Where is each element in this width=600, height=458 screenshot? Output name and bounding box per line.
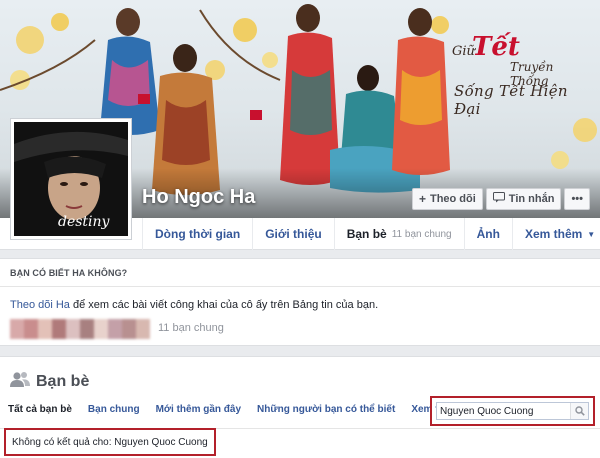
tab-recently-added[interactable]: Mới thêm gần đây (156, 404, 241, 415)
tab-about[interactable]: Giới thiệu (252, 218, 334, 250)
follow-prompt-text: để xem các bài viết công khai của cô ấy … (69, 299, 379, 311)
caret-down-icon: ▼ (587, 229, 596, 239)
search-button[interactable] (570, 403, 588, 419)
tab-all-friends[interactable]: Tất cả bạn bè (8, 404, 72, 415)
friend-search-highlight (430, 396, 595, 426)
friend-search-box (436, 402, 589, 420)
follow-button[interactable]: + Theo dõi (411, 188, 483, 210)
ellipsis-icon: ••• (571, 193, 583, 205)
profile-name[interactable]: Ho Ngoc Ha (142, 186, 255, 209)
follow-prompt: Theo dõi Ha để xem các bài viết công kha… (10, 299, 378, 311)
message-label: Tin nhắn (508, 193, 555, 205)
mutual-friends-avatars[interactable] (10, 319, 150, 339)
tab-mutual-friends[interactable]: Bạn chung (88, 404, 140, 415)
promo-slogan: Sống Tết Hiện Đại (454, 82, 568, 118)
promo-text-tet: Tết (472, 32, 520, 62)
tab-photos-label: Ảnh (476, 227, 500, 241)
profile-picture-caption: destiny (58, 214, 111, 230)
search-icon (574, 406, 585, 416)
people-icon (10, 371, 30, 392)
tab-timeline-label: Dòng thời gian (155, 227, 241, 241)
mutual-friends-text[interactable]: 11 bạn chung (158, 322, 224, 334)
follow-label: Theo dõi (429, 193, 476, 205)
plus-icon: + (418, 192, 426, 206)
tab-photos[interactable]: Ảnh (463, 218, 512, 250)
profile-picture-image: destiny (14, 122, 128, 236)
do-you-know-title: BẠN CÓ BIẾT HA KHÔNG? (0, 259, 600, 287)
no-result-highlight: Không có kết quả cho: Nguyen Quoc Cuong (4, 428, 216, 456)
profile-actions: + Theo dõi Tin nhắn ••• (411, 188, 590, 210)
profile-picture[interactable]: destiny (10, 118, 132, 240)
friends-title: Bạn bè (36, 372, 90, 390)
tab-more-label: Xem thêm (524, 227, 583, 241)
tab-friends[interactable]: Bạn bè 11 bạn chung (333, 218, 464, 250)
tab-people-you-may-know[interactable]: Những người bạn có thể biết (257, 404, 395, 415)
friends-header: Bạn bè (10, 371, 89, 392)
friends-tabs: Tất cả bạn bè Bạn chung Mới thêm gần đây… (8, 404, 459, 415)
mutual-friends-count: 11 bạn chung (391, 228, 452, 240)
tab-timeline[interactable]: Dòng thời gian (142, 218, 252, 250)
no-result-message: Không có kết quả cho: Nguyen Quoc Cuong (12, 436, 208, 448)
message-icon (492, 192, 505, 206)
more-actions-button[interactable]: ••• (564, 188, 590, 210)
tab-friends-label: Bạn bè (346, 227, 387, 241)
tab-more[interactable]: Xem thêm ▼ (511, 218, 600, 250)
tab-about-label: Giới thiệu (265, 227, 322, 241)
timeline-tabs: Dòng thời gian Giới thiệu Bạn bè 11 bạn … (142, 218, 600, 250)
friends-section: Bạn bè Tất cả bạn bè Bạn chung Mới thêm … (0, 356, 600, 458)
follow-ha-link[interactable]: Theo dõi Ha (10, 299, 70, 311)
do-you-know-box: BẠN CÓ BIẾT HA KHÔNG? Theo dõi Ha để xem… (0, 258, 600, 346)
campaign-logo: Giữ Tết Truyền Thống Sống Tết Hiện Đại (450, 30, 590, 118)
friend-search-input[interactable] (437, 403, 570, 419)
message-button[interactable]: Tin nhắn (485, 188, 562, 210)
